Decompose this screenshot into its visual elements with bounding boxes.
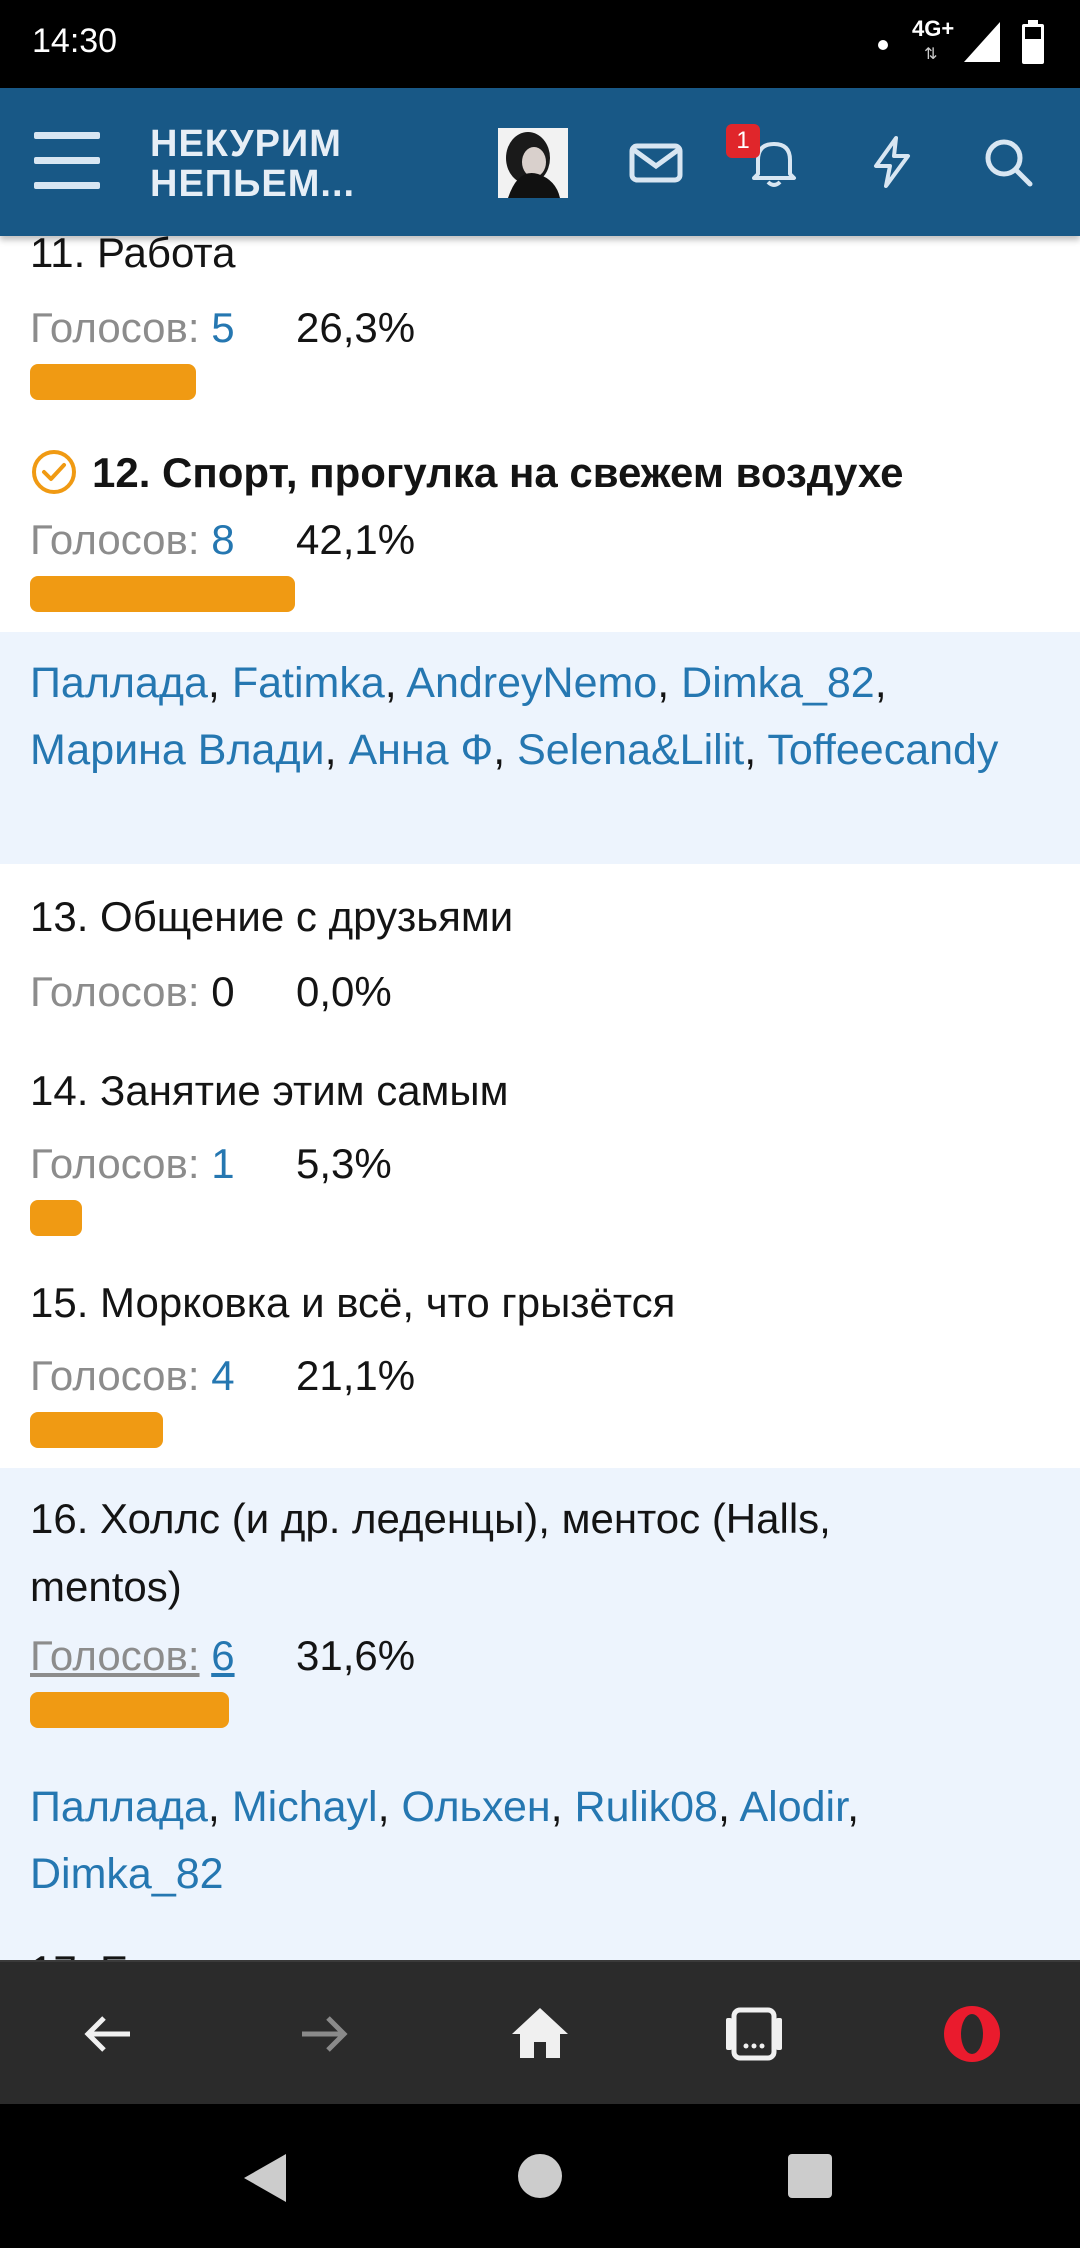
voter-link[interactable]: Rulik08 [575, 1783, 718, 1831]
votes-label: Голосов: [30, 1140, 200, 1187]
votes-label: Голосов: [30, 1352, 200, 1399]
voter-link[interactable]: Паллада [30, 659, 208, 707]
voter-link[interactable]: Ольхен [402, 1783, 551, 1831]
browser-toolbar [0, 1960, 1080, 2104]
votes-count-link[interactable]: 6 [211, 1632, 234, 1679]
votes-percent: 0,0% [296, 968, 392, 1015]
separator: , [847, 1783, 860, 1831]
votes-count: 0 [211, 968, 235, 1015]
voter-link[interactable]: Fatimka [232, 659, 385, 707]
voter-link[interactable]: Марина Влади [30, 726, 325, 774]
status-time: 14:30 [32, 22, 118, 60]
voters-list: Паллада, Fatimka, AndreyNemo, Dimka_82, … [0, 632, 1080, 864]
voter-link[interactable]: Dimka_82 [30, 1850, 224, 1898]
votes-row: Голосов: 5 [30, 302, 235, 354]
notification-badge: 1 [726, 124, 760, 158]
separator: , [744, 726, 768, 774]
votes-count-link[interactable]: 5 [211, 304, 234, 351]
poll-option-title: 11. Работа [30, 236, 236, 276]
votes-count-link[interactable]: 4 [211, 1352, 234, 1399]
separator: , [324, 726, 349, 774]
vote-bar [30, 576, 295, 612]
signal-icon [964, 22, 1000, 62]
separator: , [657, 659, 682, 707]
votes-label: Голосов: [30, 1632, 200, 1679]
voters-list: Паллада, Michayl, Ольхен, Rulik08, Alodi… [0, 1766, 1080, 1932]
vote-bar [30, 1692, 229, 1728]
system-navigation [0, 2104, 1080, 2248]
separator: , [550, 1783, 575, 1831]
menu-icon[interactable] [34, 132, 100, 190]
site-logo[interactable]: НЕКУРИМ НЕПЬЕМ... [150, 124, 355, 204]
vote-bar [30, 364, 196, 400]
separator: , [377, 1783, 402, 1831]
poll-option-title: 13. Общение с друзьями [30, 893, 514, 940]
mail-icon[interactable] [626, 132, 686, 192]
votes-label: Голосов: [30, 304, 200, 351]
votes-count-link[interactable]: 1 [211, 1140, 234, 1187]
separator: , [384, 659, 407, 707]
nav-recents-icon[interactable] [788, 2154, 832, 2198]
votes-percent: 21,1% [296, 1352, 416, 1399]
votes-percent: 26,3% [296, 304, 416, 351]
poll-option-title: 12. Спорт, прогулка на свежем воздухе [92, 449, 904, 496]
votes-count-link[interactable]: 8 [211, 516, 234, 563]
voter-link[interactable]: Toffeecandy [767, 726, 998, 774]
separator: , [207, 659, 232, 707]
vote-bar [30, 1200, 82, 1236]
votes-label: Голосов: [30, 968, 200, 1015]
opera-icon[interactable] [940, 2002, 1004, 2066]
poll-option-title: 17. Еда [30, 1938, 176, 1960]
votes-row: Голосов: 6 [30, 1630, 235, 1682]
battery-icon [1022, 20, 1044, 64]
votes-percent: 5,3% [296, 1140, 392, 1187]
separator: , [717, 1783, 740, 1831]
forward-arrow-icon[interactable] [292, 2002, 356, 2066]
vote-bar [30, 1412, 163, 1448]
nav-home-icon[interactable] [518, 2154, 562, 2198]
separator: , [874, 659, 887, 707]
poll-option-title: 15. Морковка и всё, что грызётся [30, 1279, 676, 1326]
notification-dot [878, 40, 888, 50]
votes-row: Голосов: 4 [30, 1350, 235, 1402]
poll-results: 11. Работа Голосов: 5 26,3% 12. Спорт, п… [0, 236, 1080, 1960]
status-bar: 14:30 4G+ ⇅ [0, 0, 1080, 88]
poll-option-title: 14. Занятие этим самым [30, 1067, 509, 1114]
poll-option-title-line1: 16. Холлс (и др. леденцы), ментос (Halls… [30, 1495, 831, 1542]
brand-line2: НЕПЬЕМ... [150, 163, 356, 205]
voter-link[interactable]: Паллада [30, 1783, 208, 1831]
network-arrows-icon: ⇅ [924, 46, 938, 63]
tabs-icon[interactable] [722, 2002, 786, 2066]
voter-link[interactable]: AndreyNemo [406, 659, 657, 707]
brand-line1: НЕКУРИМ [150, 123, 342, 165]
app-header: НЕКУРИМ НЕПЬЕМ... 1 [0, 88, 1080, 236]
votes-percent: 42,1% [296, 516, 416, 563]
check-circle-icon [32, 450, 76, 494]
poll-option-title-line2: mentos) [30, 1563, 182, 1610]
network-type: 4G+ [912, 16, 955, 41]
voter-link[interactable]: Michayl [232, 1783, 378, 1831]
votes-row: Голосов: 8 [30, 514, 235, 566]
voter-link[interactable]: Dimka_82 [681, 659, 875, 707]
votes-label: Голосов: [30, 516, 200, 563]
nav-back-icon[interactable] [244, 2154, 286, 2202]
separator: , [207, 1783, 232, 1831]
home-icon[interactable] [508, 2002, 572, 2066]
voter-link[interactable]: Анна Ф [348, 726, 493, 774]
votes-row: Голосов: 1 [30, 1138, 235, 1190]
lightning-icon[interactable] [862, 132, 922, 192]
search-icon[interactable] [978, 132, 1038, 192]
voter-link[interactable]: Selena&Lilit [517, 726, 744, 774]
votes-percent: 31,6% [296, 1632, 416, 1679]
separator: , [493, 726, 518, 774]
votes-row: Голосов: 0 [30, 966, 235, 1018]
back-arrow-icon[interactable] [76, 2002, 140, 2066]
voter-link[interactable]: Alodir [739, 1783, 847, 1831]
avatar[interactable] [498, 128, 568, 198]
